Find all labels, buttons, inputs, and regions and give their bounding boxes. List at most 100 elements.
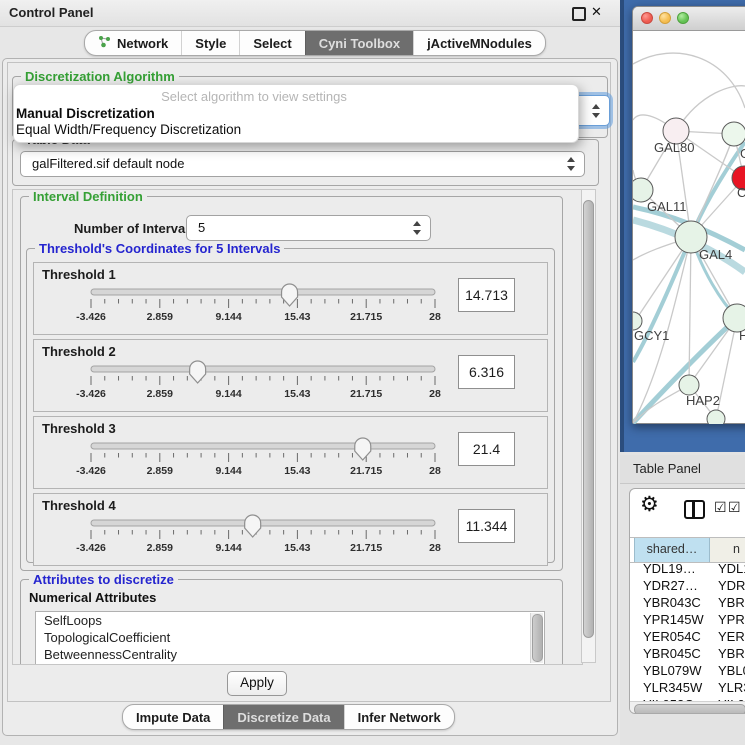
table-row[interactable]: YER054CYER0 xyxy=(630,629,745,646)
scrollbar-thumb[interactable] xyxy=(583,200,594,638)
svg-text:28: 28 xyxy=(429,388,441,400)
control-panel-tabs: Network Style Select Cyni Toolbox jActiv… xyxy=(84,30,546,56)
cell-name: YDL1 xyxy=(710,561,745,578)
table-horizontal-scrollbar[interactable] xyxy=(630,701,745,714)
slider-thumb xyxy=(190,361,206,383)
svg-text:9.144: 9.144 xyxy=(215,542,241,554)
table-row[interactable]: YDL19…YDL1 xyxy=(630,561,745,578)
cell-shared-name: YLR345W xyxy=(634,680,710,697)
tab-label: Network xyxy=(117,36,168,51)
gear-icon[interactable]: ⚙ xyxy=(640,492,659,517)
control-panel-titlebar: Control Panel ✕ xyxy=(0,0,620,27)
table-data-combobox[interactable]: galFiltered.sif default node xyxy=(20,151,585,177)
svg-text:15.43: 15.43 xyxy=(284,388,310,400)
svg-text:9.144: 9.144 xyxy=(215,311,241,323)
stepper-icon[interactable] xyxy=(592,104,601,118)
network-node[interactable] xyxy=(707,410,725,424)
attribute-item[interactable]: TopologicalCoefficient xyxy=(36,629,544,646)
number-of-intervals-combobox[interactable]: 5 xyxy=(186,215,431,241)
tab-discretize-data[interactable]: Discretize Data xyxy=(223,705,343,729)
threshold-slider[interactable]: -3.4262.8599.14415.4321.71528 xyxy=(74,360,454,404)
network-node[interactable] xyxy=(679,375,699,395)
network-canvas[interactable]: GAL80GACGAL11GAL4GCY1HHAP2 xyxy=(633,30,745,424)
network-node-label: GAL11 xyxy=(647,199,687,214)
tab-label: Cyni Toolbox xyxy=(319,36,400,51)
apply-button[interactable]: Apply xyxy=(227,671,287,696)
threshold-slider[interactable]: -3.4262.8599.14415.4321.71528 xyxy=(74,514,454,558)
scrollbar-thumb[interactable] xyxy=(634,704,745,714)
checkbox-icon[interactable]: ☑ xyxy=(714,499,727,516)
threshold-coordinates-group: Threshold's Coordinates for 5 Intervals … xyxy=(26,248,555,563)
group-title: Attributes to discretize xyxy=(29,572,178,587)
table-body[interactable]: YDL19…YDL1YDR27…YDR2YBR043CYBR0YPR145WYP… xyxy=(630,561,745,702)
cell-shared-name: YDR27… xyxy=(634,578,710,595)
svg-text:2.859: 2.859 xyxy=(147,388,173,400)
checkbox-icon[interactable]: ☑ xyxy=(728,499,741,516)
threshold-value-field[interactable]: 6.316 xyxy=(458,355,515,389)
node-table: ⚙ ☑ ☑ shared… n YDL19…YDL1YDR27…YDR2YBR0… xyxy=(629,488,745,714)
table-row[interactable]: YBR043CYBR0 xyxy=(630,595,745,612)
cell-shared-name: YBR045C xyxy=(634,646,710,663)
cell-shared-name: YER054C xyxy=(634,629,710,646)
application-window: Control Panel ✕ Network Style Select Cyn… xyxy=(0,0,745,745)
dropdown-option-manual[interactable]: Manual Discretization xyxy=(16,106,155,121)
numerical-attributes-list[interactable]: SelfLoopsTopologicalCoefficientBetweenne… xyxy=(35,611,545,665)
table-row[interactable]: YBL079WYBL0 xyxy=(630,663,745,680)
threshold-panel: Threshold 3-3.4262.8599.14415.4321.71528… xyxy=(33,416,548,489)
list-scrollbar[interactable] xyxy=(530,613,543,663)
threshold-value-field[interactable]: 14.713 xyxy=(458,278,515,312)
number-of-intervals-value: 5 xyxy=(198,220,205,235)
threshold-slider[interactable]: -3.4262.8599.14415.4321.71528 xyxy=(74,437,454,481)
tab-label: Discretize Data xyxy=(237,710,330,725)
close-traffic-light[interactable] xyxy=(641,12,653,24)
scrollbar-thumb[interactable] xyxy=(532,614,543,662)
dropdown-option-equal-width[interactable]: Equal Width/Frequency Discretization xyxy=(16,122,241,137)
table-panel-titlebar: Table Panel xyxy=(620,455,745,484)
stepper-icon[interactable] xyxy=(413,221,422,235)
cell-name: YLR3 xyxy=(710,680,745,697)
threshold-value-field[interactable]: 21.4 xyxy=(458,432,515,466)
settings-scroll-viewport: Interval Definition Number of Intervals … xyxy=(12,189,583,665)
network-node[interactable] xyxy=(722,122,745,146)
settings-scrollbar[interactable] xyxy=(581,189,596,663)
float-window-icon[interactable] xyxy=(572,7,586,21)
table-row[interactable]: YDR27…YDR2 xyxy=(630,578,745,595)
svg-text:15.43: 15.43 xyxy=(284,542,310,554)
close-icon[interactable]: ✕ xyxy=(591,4,602,20)
tab-label: Style xyxy=(195,36,226,51)
cell-name: YBR0 xyxy=(710,595,745,612)
network-icon xyxy=(98,35,111,51)
table-row[interactable]: YBR045CYBR0 xyxy=(630,646,745,663)
threshold-panel: Threshold 1-3.4262.8599.14415.4321.71528… xyxy=(33,262,548,335)
table-row[interactable]: YLR345WYLR3 xyxy=(630,680,745,697)
network-node-label: GCY1 xyxy=(634,328,669,343)
group-title: Discretization Algorithm xyxy=(21,69,179,84)
column-header-shared-name[interactable]: shared… xyxy=(634,538,710,562)
stepper-icon[interactable] xyxy=(567,157,576,171)
tab-infer-network[interactable]: Infer Network xyxy=(344,705,454,729)
group-title: Threshold's Coordinates for 5 Intervals xyxy=(35,241,284,256)
attribute-item[interactable]: BetweennessCentrality xyxy=(36,646,544,663)
tab-select[interactable]: Select xyxy=(239,31,304,55)
table-row[interactable]: YPR145WYPR1 xyxy=(630,612,745,629)
column-header-name[interactable]: n xyxy=(710,538,745,562)
tab-cyni-toolbox[interactable]: Cyni Toolbox xyxy=(305,31,413,55)
svg-text:-3.426: -3.426 xyxy=(76,388,106,400)
svg-text:15.43: 15.43 xyxy=(284,311,310,323)
split-view-icon[interactable] xyxy=(684,500,705,519)
threshold-value-field[interactable]: 11.344 xyxy=(458,509,515,543)
algorithm-dropdown-popup: Select algorithm to view settings Manual… xyxy=(13,84,579,143)
table-data-combobox-value: galFiltered.sif default node xyxy=(32,156,184,171)
tab-impute-data[interactable]: Impute Data xyxy=(123,705,223,729)
tab-network[interactable]: Network xyxy=(85,31,181,55)
svg-text:21.715: 21.715 xyxy=(350,311,382,323)
attribute-item[interactable]: SelfLoops xyxy=(36,612,544,629)
attributes-group: Attributes to discretize Numerical Attri… xyxy=(20,579,563,665)
minimize-traffic-light[interactable] xyxy=(659,12,671,24)
tab-jactivemnodules[interactable]: jActiveMNodules xyxy=(413,31,545,55)
zoom-traffic-light[interactable] xyxy=(677,12,689,24)
svg-text:2.859: 2.859 xyxy=(147,311,173,323)
group-title: Interval Definition xyxy=(29,189,147,204)
tab-style[interactable]: Style xyxy=(181,31,239,55)
threshold-slider[interactable]: -3.4262.8599.14415.4321.71528 xyxy=(74,283,454,327)
